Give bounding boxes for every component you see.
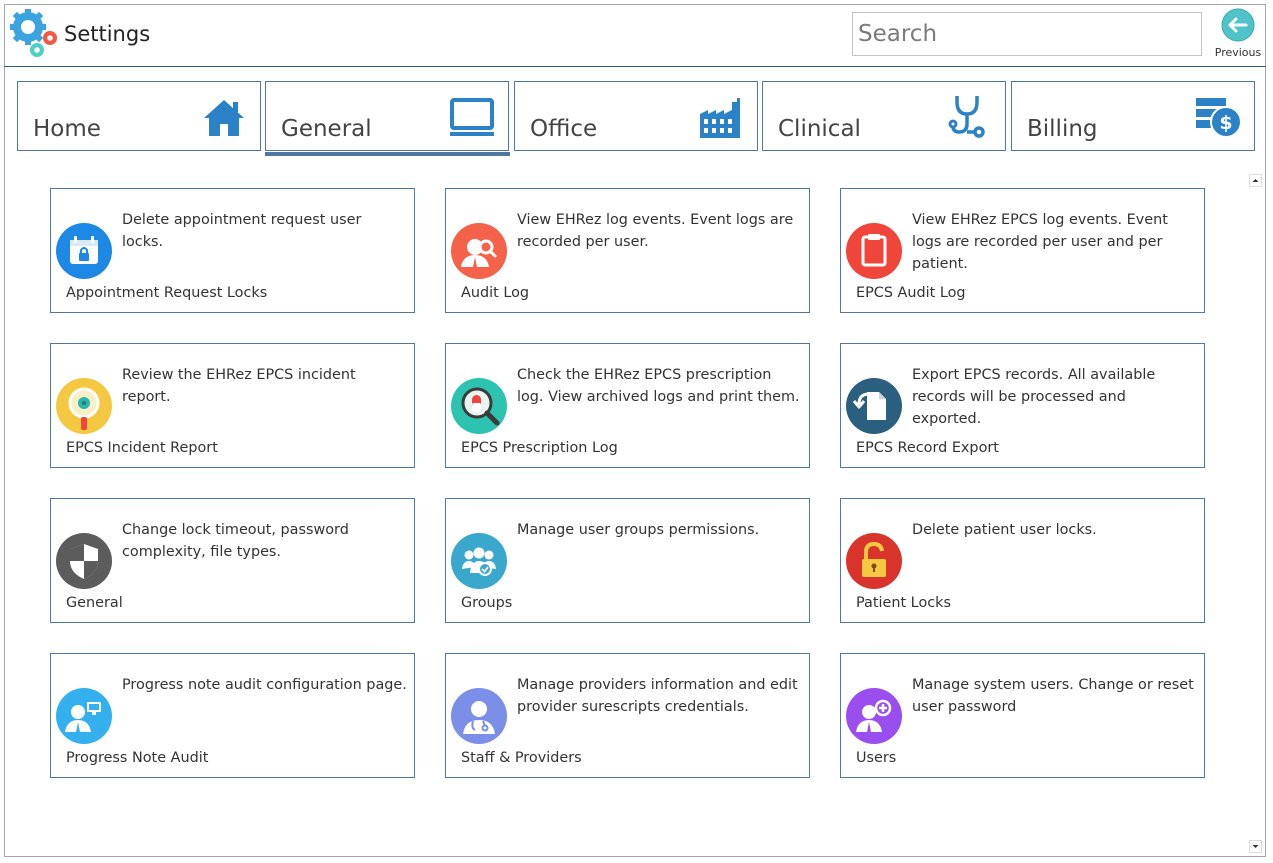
card-description: Check the EHRez EPCS prescription log. V… <box>517 367 800 405</box>
user-add-icon <box>846 688 902 744</box>
factory-icon <box>697 94 745 142</box>
card-epcs-audit-log[interactable]: View EHRez EPCS log events. Event logs a… <box>840 188 1205 313</box>
app-title: Settings <box>64 22 151 46</box>
card-progress-note-audit[interactable]: Progress note audit configuration page. … <box>50 653 415 778</box>
house-icon <box>200 94 248 142</box>
card-title: EPCS Incident Report <box>66 440 218 456</box>
header-divider <box>4 66 1266 67</box>
caret-down-icon <box>1252 845 1259 848</box>
padlock-icon <box>846 533 902 589</box>
tab-label: Billing <box>1027 116 1098 142</box>
selected-tab-indicator <box>265 152 510 156</box>
card-description: Manage system users. Change or reset use… <box>912 677 1194 715</box>
monitor-icon <box>448 94 496 142</box>
stethoscope-icon <box>945 94 993 142</box>
tab-general[interactable]: General <box>265 81 509 151</box>
tab-office[interactable]: Office <box>514 81 758 151</box>
card-epcs-incident-report[interactable]: Review the EHRez EPCS incident report. E… <box>50 343 415 468</box>
card-title: Appointment Request Locks <box>66 285 268 301</box>
card-title: General <box>66 595 123 611</box>
card-title: Users <box>856 750 897 766</box>
previous-label: Previous <box>1214 46 1262 59</box>
card-users[interactable]: Manage system users. Change or reset use… <box>840 653 1205 778</box>
card-title: Patient Locks <box>856 595 951 611</box>
calendar-lock-icon <box>56 223 112 279</box>
card-description: Progress note audit configuration page. <box>122 677 407 693</box>
file-export-icon <box>846 378 902 434</box>
card-general[interactable]: Change lock timeout, password complexity… <box>50 498 415 623</box>
gears-icon <box>8 8 62 62</box>
card-description: View EHRez log events. Event logs are re… <box>517 212 794 250</box>
group-users-icon <box>451 533 507 589</box>
card-description: Delete patient user locks. <box>912 522 1097 538</box>
tab-label: Home <box>33 116 101 142</box>
card-audit-log[interactable]: View EHRez log events. Event logs are re… <box>445 188 810 313</box>
doctor-icon <box>451 688 507 744</box>
tab-label: Office <box>530 116 598 142</box>
billing-money-icon: $ <box>1194 94 1242 142</box>
magnifier-pill-icon <box>451 378 507 434</box>
card-patient-locks[interactable]: Delete patient user locks. Patient Locks <box>840 498 1205 623</box>
card-title: EPCS Prescription Log <box>461 440 618 456</box>
card-title: Groups <box>461 595 513 611</box>
magnifier-virus-icon <box>56 378 112 434</box>
scroll-up-button[interactable] <box>1249 174 1262 187</box>
card-description: Manage providers information and edit pr… <box>517 677 798 715</box>
card-description: Manage user groups permissions. <box>517 522 760 538</box>
card-title: EPCS Record Export <box>856 440 999 456</box>
card-title: Progress Note Audit <box>66 750 209 766</box>
tab-home[interactable]: Home <box>17 81 261 151</box>
card-description: Change lock timeout, password complexity… <box>122 522 349 560</box>
card-description: Review the EHRez EPCS incident report. <box>122 367 356 405</box>
tab-label: Clinical <box>778 116 861 142</box>
arrow-left-icon <box>1221 8 1255 42</box>
card-title: Staff & Providers <box>461 750 582 766</box>
previous-button[interactable]: Previous <box>1212 8 1264 62</box>
user-search-icon <box>451 223 507 279</box>
scroll-down-button[interactable] <box>1249 840 1262 853</box>
svg-text:$: $ <box>1219 112 1232 134</box>
clipboard-icon <box>846 223 902 279</box>
card-appointment-request-locks[interactable]: Delete appointment request user locks. A… <box>50 188 415 313</box>
user-monitor-icon <box>56 688 112 744</box>
card-description: Delete appointment request user locks. <box>122 212 362 250</box>
shield-icon <box>56 533 112 589</box>
card-staff-providers[interactable]: Manage providers information and edit pr… <box>445 653 810 778</box>
tab-clinical[interactable]: Clinical <box>762 81 1006 151</box>
caret-up-icon <box>1252 179 1259 182</box>
tab-label: General <box>281 116 372 142</box>
card-groups[interactable]: Manage user groups permissions. Groups <box>445 498 810 623</box>
card-epcs-record-export[interactable]: Export EPCS records. All available recor… <box>840 343 1205 468</box>
card-description: Export EPCS records. All available recor… <box>912 367 1156 427</box>
search-input[interactable] <box>852 12 1202 56</box>
card-description: View EHRez EPCS log events. Event logs a… <box>912 212 1168 272</box>
card-title: EPCS Audit Log <box>856 285 966 301</box>
tab-billing[interactable]: Billing $ <box>1011 81 1255 151</box>
card-epcs-prescription-log[interactable]: Check the EHRez EPCS prescription log. V… <box>445 343 810 468</box>
card-title: Audit Log <box>461 285 530 301</box>
